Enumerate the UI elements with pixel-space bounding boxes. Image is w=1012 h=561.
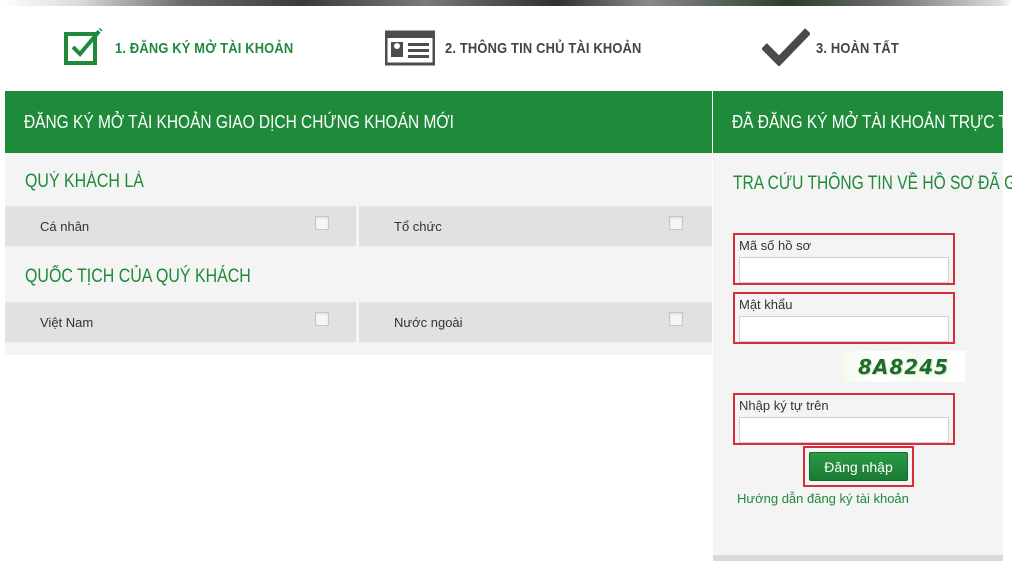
organization-checkbox[interactable] [669, 216, 683, 230]
step-1-label: 1. ĐĂNG KÝ MỞ TÀI KHOẢN [115, 39, 294, 57]
registration-panel: ĐĂNG KÝ MỞ TÀI KHOẢN GIAO DỊCH CHỨNG KHO… [5, 91, 712, 355]
step-2-label: 2. THÔNG TIN CHỦ TÀI KHOẢN [445, 39, 642, 57]
lookup-title: TRA CỨU THÔNG TIN VỀ HỒ SƠ ĐÃ GỬI [733, 173, 1012, 194]
step-1: 1. ĐĂNG KÝ MỞ TÀI KHOẢN [63, 25, 322, 72]
id-card-icon [384, 26, 436, 71]
option-vietnam-label: Việt Nam [40, 314, 94, 330]
dossier-number-input[interactable] [739, 257, 949, 283]
dossier-number-label: Mã số hồ sơ [739, 238, 812, 253]
login-button-highlight: Đăng nhập [803, 446, 914, 487]
option-individual[interactable]: Cá nhân [5, 206, 356, 246]
option-foreign-label: Nước ngoài [394, 314, 463, 330]
nationality-options: Việt Nam Nước ngoài [5, 302, 712, 342]
checkmark-icon [761, 26, 811, 71]
captcha-label: Nhập ký tự trên [739, 398, 829, 413]
step-2: 2. THÔNG TIN CHỦ TÀI KHOẢN [384, 26, 674, 71]
nationality-title: QUỐC TỊCH CỦA QUÝ KHÁCH [25, 266, 251, 287]
edit-checkbox-icon [63, 25, 105, 72]
registration-header: ĐĂNG KÝ MỞ TÀI KHOẢN GIAO DỊCH CHỨNG KHO… [5, 91, 712, 153]
vietnam-checkbox[interactable] [315, 312, 329, 326]
individual-checkbox[interactable] [315, 216, 329, 230]
password-label: Mật khẩu [739, 297, 793, 312]
password-field: Mật khẩu [733, 292, 955, 344]
option-vietnam[interactable]: Việt Nam [5, 302, 356, 342]
option-organization-label: Tổ chức [394, 218, 442, 234]
panel-bottom-divider [713, 555, 1003, 561]
registration-guide-link[interactable]: Hướng dẫn đăng ký tài khoản [737, 491, 909, 506]
customer-type-title: QUÝ KHÁCH LÀ [25, 171, 144, 192]
registration-header-title: ĐĂNG KÝ MỞ TÀI KHOẢN GIAO DỊCH CHỨNG KHO… [24, 111, 454, 132]
lookup-panel: ĐÃ ĐĂNG KÝ MỞ TÀI KHOẢN TRỰC TUYẾN TRA C… [713, 91, 1012, 561]
dossier-number-field: Mã số hồ sơ [733, 233, 955, 285]
progress-steps: 1. ĐĂNG KÝ MỞ TÀI KHOẢN 2. THÔNG TIN CHỦ… [0, 25, 1012, 72]
step-3-label: 3. HOÀN TẤT [816, 39, 899, 57]
top-banner-strip [0, 0, 1012, 6]
captcha-text: 8A8245 [857, 354, 950, 379]
customer-type-options: Cá nhân Tổ chức [5, 206, 712, 246]
captcha-input[interactable] [739, 417, 949, 443]
option-foreign[interactable]: Nước ngoài [359, 302, 712, 342]
captcha-field: Nhập ký tự trên [733, 393, 955, 445]
lookup-header-title: ĐÃ ĐĂNG KÝ MỞ TÀI KHOẢN TRỰC TUYẾN [732, 111, 1012, 132]
option-organization[interactable]: Tổ chức [359, 206, 712, 246]
option-individual-label: Cá nhân [40, 218, 90, 234]
lookup-header: ĐÃ ĐĂNG KÝ MỞ TÀI KHOẢN TRỰC TUYẾN [713, 91, 1012, 153]
step-3: 3. HOÀN TẤT [761, 26, 912, 71]
foreign-checkbox[interactable] [669, 312, 683, 326]
captcha-image: 8A8245 [842, 351, 965, 382]
login-button[interactable]: Đăng nhập [809, 452, 908, 481]
password-input[interactable] [739, 316, 949, 342]
